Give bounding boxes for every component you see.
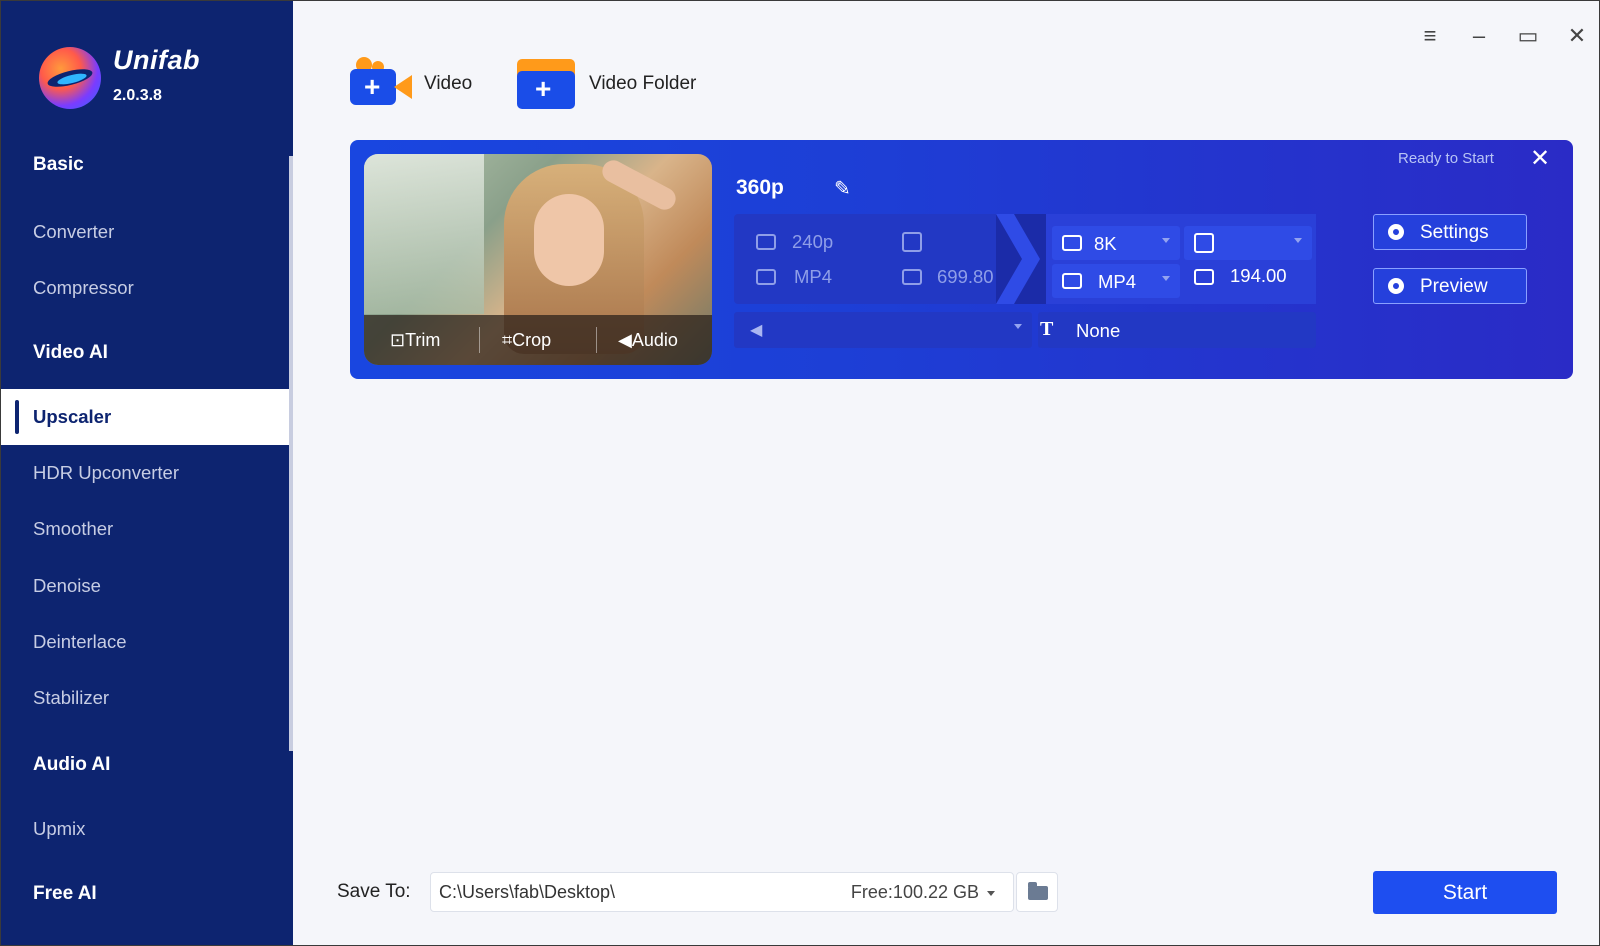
sidebar-item-denoise[interactable]: Denoise — [1, 558, 289, 614]
file-size-folder-icon — [902, 269, 922, 285]
sidebar-item-stabilizer[interactable]: Stabilizer — [1, 670, 289, 726]
thumbnail-toolbar: ⊡Trim ⌗Crop ◀Audio — [364, 315, 712, 365]
audio-button[interactable]: ◀Audio — [618, 330, 678, 351]
file-size-folder-icon — [1194, 269, 1214, 285]
app-logo — [39, 47, 101, 109]
source-resolution: 240p — [792, 231, 834, 252]
save-to-label: Save To: — [337, 881, 411, 902]
video-thumbnail[interactable]: ⊡Trim ⌗Crop ◀Audio — [364, 154, 712, 365]
section-video-ai: Video AI — [33, 342, 108, 363]
app-window: Unifab 2.0.3.8 Basic Converter Compresso… — [0, 0, 1600, 946]
maximize-icon[interactable]: ▭ — [1513, 23, 1543, 49]
menu-icon[interactable]: ≡ — [1415, 23, 1445, 49]
trim-icon: ⊡ — [390, 330, 406, 350]
minimize-icon[interactable]: – — [1464, 23, 1494, 49]
folder-icon — [1028, 882, 1048, 900]
sidebar-scrollbar[interactable] — [289, 156, 293, 751]
output-settings-panel: 8K MP4 194.00 — [1046, 214, 1316, 304]
start-button[interactable]: Start — [1373, 871, 1557, 914]
monitor-icon — [756, 234, 776, 250]
trim-button[interactable]: ⊡Trim — [390, 330, 440, 351]
sidebar-item-hdr-upconverter[interactable]: HDR Upconverter — [1, 445, 289, 501]
output-format: MP4 — [1098, 271, 1137, 292]
close-icon[interactable]: ✕ — [1562, 23, 1592, 49]
speaker-icon: ◀ — [618, 330, 632, 350]
video-icon — [756, 269, 776, 285]
section-audio-ai: Audio AI — [33, 754, 111, 775]
crop-button[interactable]: ⌗Crop — [502, 330, 551, 351]
task-card: ⊡Trim ⌗Crop ◀Audio 360p ✎ Ready to Start… — [350, 140, 1573, 379]
section-free-ai: Free AI — [33, 883, 97, 904]
free-space-value: Free:100.22 GB — [850, 882, 979, 902]
edit-icon[interactable]: ✎ — [834, 176, 851, 201]
remove-task-close-icon[interactable]: ✕ — [1530, 144, 1550, 173]
source-format: MP4 — [794, 266, 833, 287]
subtitle-value: None — [1076, 320, 1121, 341]
output-audio-dropdown[interactable] — [1184, 226, 1312, 260]
settings-icon — [1388, 224, 1404, 240]
text-icon: T — [1040, 318, 1054, 340]
preview-button[interactable]: Preview — [1373, 268, 1527, 304]
video-icon — [1062, 273, 1082, 289]
crop-icon: ⌗ — [502, 330, 513, 350]
output-path-value: C:\Users\fab\Desktop\ — [439, 882, 616, 902]
section-basic: Basic — [33, 154, 84, 175]
app-version: 2.0.3.8 — [113, 87, 162, 104]
sidebar-item-upmix[interactable]: Upmix — [1, 801, 289, 857]
music-icon — [1194, 233, 1214, 253]
output-resolution-dropdown[interactable]: 8K — [1052, 226, 1180, 260]
output-path-field[interactable]: C:\Users\fab\Desktop\ Free:100.22 GB — [430, 872, 1014, 912]
add-video-label: Video — [424, 73, 473, 94]
sidebar-item-converter[interactable]: Converter — [1, 204, 289, 260]
chevron-down-icon[interactable] — [987, 891, 995, 896]
sidebar-item-deinterlace[interactable]: Deinterlace — [1, 614, 289, 670]
sidebar-item-smoother[interactable]: Smoother — [1, 501, 289, 557]
add-video-folder-label: Video Folder — [589, 73, 697, 94]
sidebar-item-compressor[interactable]: Compressor — [1, 260, 289, 316]
output-format-dropdown[interactable]: MP4 — [1052, 264, 1180, 298]
task-title: 360p — [736, 176, 784, 199]
add-video-button[interactable]: + Video — [350, 55, 480, 111]
subtitle-dropdown[interactable]: T None — [1038, 312, 1316, 348]
eye-icon — [1388, 278, 1404, 294]
output-size: 194.00 — [1230, 265, 1287, 286]
sidebar: Unifab 2.0.3.8 Basic Converter Compresso… — [1, 1, 293, 945]
speaker-icon: ◀ — [750, 322, 763, 339]
add-video-folder-button[interactable]: + Video Folder — [517, 55, 707, 111]
monitor-icon — [1062, 235, 1082, 251]
music-icon — [902, 232, 922, 252]
convert-arrow-icon — [996, 214, 1046, 304]
settings-button[interactable]: Settings — [1373, 214, 1527, 250]
sidebar-item-upscaler[interactable]: Upscaler — [1, 389, 289, 445]
status-text: Ready to Start — [1398, 150, 1494, 167]
output-resolution: 8K — [1094, 233, 1117, 254]
browse-folder-button[interactable] — [1016, 872, 1058, 912]
audio-track-dropdown[interactable]: ◀ — [734, 312, 1032, 348]
app-name: Unifab — [113, 45, 200, 75]
